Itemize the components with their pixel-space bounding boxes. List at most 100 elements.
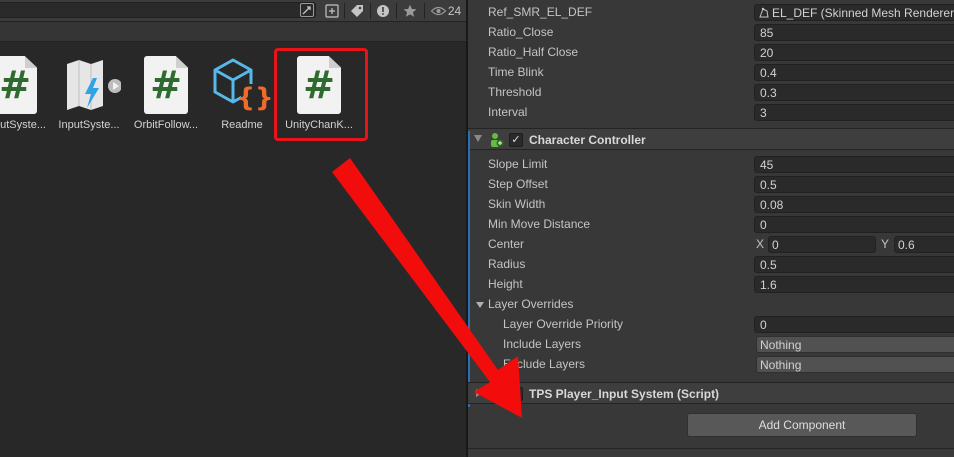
number-field[interactable]: 0.08 xyxy=(754,196,954,213)
property-label: Time Blink xyxy=(488,65,544,79)
hidden-count: 24 xyxy=(447,4,462,18)
label-tag-icon[interactable] xyxy=(346,0,368,22)
center-y-field[interactable]: 0.6 xyxy=(894,236,954,253)
number-field[interactable]: 0.5 xyxy=(754,176,954,193)
property-row: Threshold 0.3 xyxy=(468,82,954,102)
property-label: Center xyxy=(488,237,525,251)
property-label: Min Move Distance xyxy=(488,217,591,231)
object-field[interactable]: EL_DEF (Skinned Mesh Renderer) xyxy=(754,4,954,21)
skinned-mesh-icon xyxy=(759,7,769,18)
property-label: Radius xyxy=(488,257,526,271)
property-label: Skin Width xyxy=(488,197,546,211)
svg-text:{}: {} xyxy=(236,83,271,113)
axis-x-label: X xyxy=(756,237,765,251)
foldout-arrow-icon[interactable] xyxy=(474,135,482,142)
project-toolbar: 24 xyxy=(0,0,466,22)
property-row: Exclude Layers Nothing xyxy=(468,354,954,374)
script-file-icon: # xyxy=(0,56,37,114)
property-row: Skin Width 0.08 xyxy=(468,194,954,214)
warning-filter-icon[interactable] xyxy=(372,0,394,22)
component-header-tps-player[interactable]: # TPS Player_Input System (Script) xyxy=(468,382,954,404)
asset-label: OrbitFollow... xyxy=(133,119,199,131)
input-actions-icon xyxy=(57,56,122,114)
number-field[interactable]: 3 xyxy=(754,104,954,121)
property-label: Include Layers xyxy=(503,337,582,351)
script-file-icon: # xyxy=(144,56,188,114)
inspector-panel: Ref_SMR_EL_DEF EL_DEF (Skinned Mesh Rend… xyxy=(466,0,954,457)
number-field[interactable]: 0.3 xyxy=(754,84,954,101)
number-field[interactable]: 0 xyxy=(754,216,954,233)
asset-item[interactable]: # InputSyste... xyxy=(0,50,54,140)
property-label: Threshold xyxy=(488,85,542,99)
property-label: Height xyxy=(488,277,523,291)
add-component-button[interactable]: Add Component xyxy=(687,413,917,437)
asset-label: Readme xyxy=(221,119,263,131)
hidden-packages-toggle[interactable]: 24 xyxy=(428,0,464,22)
toolbar-divider xyxy=(424,3,425,19)
exclude-layers-dropdown[interactable]: Nothing xyxy=(756,356,954,373)
search-input[interactable] xyxy=(0,2,316,18)
favorite-star-icon[interactable] xyxy=(398,0,422,22)
property-label: Ratio_Half Close xyxy=(488,45,579,59)
property-label: Ratio_Close xyxy=(488,25,554,39)
property-row: Ratio_Half Close 20 xyxy=(468,42,954,62)
property-row: Step Offset 0.5 xyxy=(468,174,954,194)
asset-label: InputSyste... xyxy=(58,119,120,131)
foldout-arrow-icon[interactable] xyxy=(476,389,483,397)
number-field[interactable]: 0.5 xyxy=(754,256,954,273)
property-row: Slope Limit 45 xyxy=(468,154,954,174)
property-row: Include Layers Nothing xyxy=(468,334,954,354)
eye-icon xyxy=(430,6,446,16)
property-label: Exclude Layers xyxy=(503,357,586,371)
center-x-field[interactable]: 0 xyxy=(768,236,876,253)
property-row: Ref_SMR_EL_DEF EL_DEF (Skinned Mesh Rend… xyxy=(468,2,954,22)
script-icon: # xyxy=(488,386,504,402)
number-field[interactable]: 45 xyxy=(754,156,954,173)
property-row: Radius 0.5 xyxy=(468,254,954,274)
number-field[interactable]: 0 xyxy=(754,316,954,333)
asset-item[interactable]: {} Readme xyxy=(203,50,281,140)
property-row: Time Blink 0.4 xyxy=(468,62,954,82)
search-scope-icon[interactable] xyxy=(300,3,314,17)
project-panel: 24 # InputSyste... InputSyste... # Orbit… xyxy=(0,0,466,457)
property-row: Min Move Distance 0 xyxy=(468,214,954,234)
include-layers-dropdown[interactable]: Nothing xyxy=(756,336,954,353)
asset-label: InputSyste... xyxy=(0,119,46,131)
property-label: Step Offset xyxy=(488,177,548,191)
number-field[interactable]: 20 xyxy=(754,44,954,61)
property-row: Ratio_Close 85 xyxy=(468,22,954,42)
component-title: TPS Player_Input System (Script) xyxy=(529,387,720,401)
component-title: Character Controller xyxy=(529,133,646,147)
highlight-box xyxy=(274,48,368,141)
property-row-center: Center X 0 Y 0.6 xyxy=(468,234,954,254)
breadcrumb xyxy=(0,22,466,42)
number-field[interactable]: 0.4 xyxy=(754,64,954,81)
property-label: Ref_SMR_EL_DEF xyxy=(488,5,593,19)
inspector-footer xyxy=(468,448,954,457)
property-row: Layer Override Priority 0 xyxy=(468,314,954,334)
asset-item[interactable]: # OrbitFollow... xyxy=(127,50,205,140)
svg-text:#: # xyxy=(492,391,500,402)
character-controller-icon xyxy=(488,132,504,148)
toolbar-divider xyxy=(370,3,371,19)
toolbar-divider xyxy=(344,3,345,19)
number-field[interactable]: 85 xyxy=(754,24,954,41)
property-label: Slope Limit xyxy=(488,157,548,171)
create-asset-icon[interactable] xyxy=(322,0,342,22)
number-field[interactable]: 1.6 xyxy=(754,276,954,293)
readme-icon: {} xyxy=(213,56,274,114)
property-label: Layer Override Priority xyxy=(503,317,624,331)
selection-accent-bar xyxy=(468,131,470,407)
property-label: Interval xyxy=(488,105,528,119)
axis-y-label: Y xyxy=(881,237,890,251)
component-enabled-checkbox[interactable] xyxy=(509,387,523,401)
foldout-arrow-icon[interactable] xyxy=(476,302,484,308)
layer-overrides-foldout[interactable]: Layer Overrides xyxy=(468,294,954,314)
component-enabled-checkbox[interactable]: ✓ xyxy=(509,133,523,147)
property-label: Layer Overrides xyxy=(488,297,574,311)
property-row: Height 1.6 xyxy=(468,274,954,294)
property-row: Interval 3 xyxy=(468,102,954,122)
object-field-value: EL_DEF (Skinned Mesh Renderer) xyxy=(772,6,954,20)
asset-item[interactable]: InputSyste... xyxy=(50,50,128,140)
component-header-character-controller[interactable]: ✓ Character Controller xyxy=(468,128,954,150)
